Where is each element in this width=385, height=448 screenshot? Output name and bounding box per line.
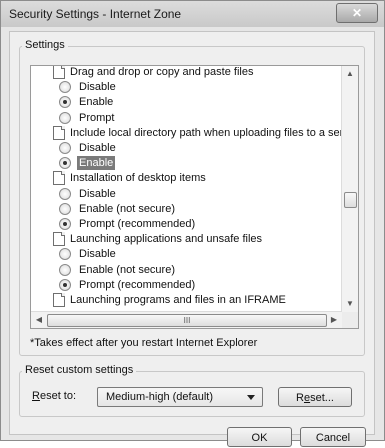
reset-button-prefix: R <box>296 392 304 404</box>
reset-group-label: Reset custom settings <box>22 364 137 376</box>
reset-level-value: Medium-high (default) <box>106 391 213 403</box>
reset-button-rest: set... <box>310 392 334 404</box>
setting-option-label[interactable]: Disable <box>77 247 118 261</box>
setting-option-label[interactable]: Disable <box>77 141 118 155</box>
setting-category-label: Include local directory path when upload… <box>70 126 342 139</box>
close-button[interactable]: ✕ <box>336 3 378 23</box>
reset-button[interactable]: Reset... <box>278 387 352 407</box>
radio-button[interactable] <box>59 96 71 109</box>
setting-option-label[interactable]: Prompt (recommended) <box>77 278 197 292</box>
setting-option-label[interactable]: Enable (not secure) <box>77 263 177 277</box>
scroll-corner <box>342 312 358 328</box>
setting-option[interactable]: Enable (not secure) <box>45 263 342 277</box>
setting-option[interactable]: Enable <box>45 95 342 109</box>
setting-option[interactable]: Prompt (recommended) <box>45 278 342 292</box>
setting-option[interactable]: Enable <box>45 156 342 171</box>
setting-category: Launching programs and files in an IFRAM… <box>31 293 342 307</box>
setting-option[interactable]: Disable <box>45 80 342 94</box>
setting-option-label[interactable]: Disable <box>77 187 118 201</box>
setting-category: Include local directory path when upload… <box>31 125 342 140</box>
document-icon <box>53 171 65 186</box>
setting-option[interactable]: Disable <box>45 141 342 155</box>
scroll-right-arrow[interactable]: ▶ <box>326 312 342 328</box>
setting-category: Launching applications and unsafe files <box>31 232 342 247</box>
chevron-down-icon <box>247 395 255 400</box>
setting-option-label[interactable]: Prompt (recommended) <box>77 217 197 231</box>
radio-button[interactable] <box>59 202 71 215</box>
setting-category: Installation of desktop items <box>31 171 342 186</box>
cancel-button[interactable]: Cancel <box>300 427 366 447</box>
radio-button[interactable] <box>59 142 71 154</box>
title-bar[interactable]: Security Settings - Internet Zone ✕ <box>1 1 384 27</box>
radio-button[interactable] <box>59 111 71 124</box>
scroll-down-arrow[interactable]: ▼ <box>342 296 358 312</box>
document-icon <box>53 293 65 307</box>
dialog-content: Settings Drag and drop or copy and paste… <box>9 31 375 447</box>
ok-button[interactable]: OK <box>227 427 292 447</box>
radio-button[interactable] <box>59 218 71 230</box>
setting-option[interactable]: Prompt (recommended) <box>45 217 342 231</box>
horizontal-scroll-thumb[interactable]: III <box>47 314 327 327</box>
settings-tree[interactable]: Drag and drop or copy and paste files Dis… <box>30 65 359 329</box>
reset-level-dropdown[interactable]: Medium-high (default) <box>97 387 263 407</box>
settings-group-label: Settings <box>22 39 68 51</box>
vertical-scroll-thumb[interactable] <box>344 192 357 208</box>
setting-option-label[interactable]: Enable (not secure) <box>77 202 177 216</box>
setting-option-label[interactable]: Disable <box>77 80 118 94</box>
document-icon <box>53 232 65 247</box>
restart-note: *Takes effect after you restart Internet… <box>30 337 258 349</box>
setting-category-label: Launching programs and files in an IFRAM… <box>70 294 286 306</box>
radio-button[interactable] <box>59 278 71 291</box>
setting-option-label[interactable]: Enable <box>77 95 115 109</box>
horizontal-scrollbar[interactable]: ◀ III ▶ <box>31 311 342 328</box>
reset-to-label-rest: eset to: <box>39 390 77 402</box>
scroll-left-arrow[interactable]: ◀ <box>31 312 47 328</box>
document-icon <box>53 66 65 79</box>
radio-button[interactable] <box>59 187 71 200</box>
setting-category: Drag and drop or copy and paste files <box>31 66 342 79</box>
reset-to-mnemonic: R <box>32 390 40 402</box>
setting-option[interactable]: Enable (not secure) <box>45 202 342 216</box>
setting-option[interactable]: Prompt <box>45 111 342 125</box>
setting-option[interactable]: Disable <box>45 247 342 261</box>
setting-category-label: Drag and drop or copy and paste files <box>70 66 254 78</box>
scroll-up-arrow[interactable]: ▲ <box>342 66 358 82</box>
setting-category-label: Installation of desktop items <box>70 172 206 185</box>
reset-to-label: Reset to: <box>32 390 76 402</box>
radio-button[interactable] <box>59 263 71 276</box>
radio-button[interactable] <box>59 81 71 94</box>
window-title: Security Settings - Internet Zone <box>9 7 182 21</box>
document-icon <box>53 125 65 140</box>
setting-option-label[interactable]: Enable <box>77 156 116 171</box>
setting-option[interactable]: Disable <box>45 187 342 201</box>
setting-option-label[interactable]: Prompt <box>77 111 116 125</box>
radio-button[interactable] <box>59 157 71 170</box>
security-settings-dialog: Security Settings - Internet Zone ✕ Sett… <box>0 0 385 447</box>
settings-tree-viewport: Drag and drop or copy and paste files Dis… <box>31 66 342 312</box>
radio-button[interactable] <box>59 248 71 261</box>
vertical-scrollbar[interactable]: ▲ ▼ <box>341 66 358 312</box>
setting-category-label: Launching applications and unsafe files <box>70 233 263 246</box>
